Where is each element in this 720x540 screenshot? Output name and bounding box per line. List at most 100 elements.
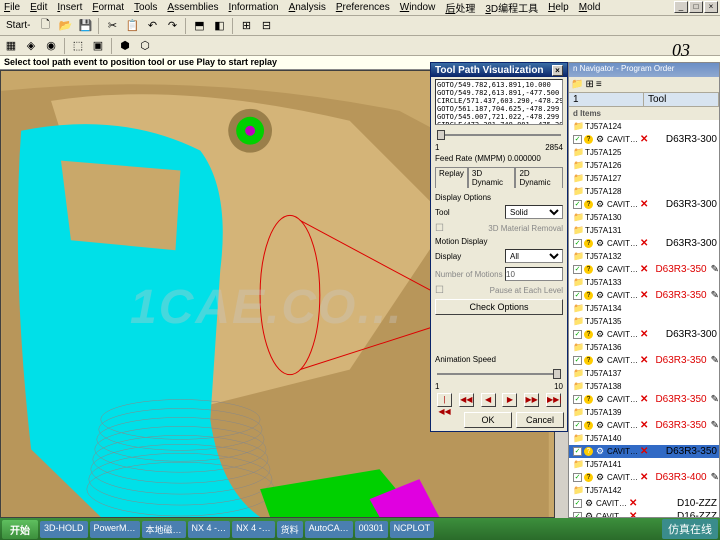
checkbox-icon[interactable]: ✓ [573, 239, 582, 248]
checkbox-icon[interactable]: ✓ [573, 356, 582, 365]
toolbar-btn[interactable]: 📋 [123, 17, 141, 35]
tab-3d-dynamic[interactable]: 3D Dynamic [468, 167, 516, 188]
toolbar-btn[interactable]: ◧ [210, 17, 228, 35]
tree-item[interactable]: 📁TJ57A128 [569, 185, 719, 198]
system-tray[interactable]: 仿真在线 [662, 519, 718, 539]
tree-item[interactable]: 📁TJ57A133 [569, 276, 719, 289]
checkbox-icon[interactable]: ✓ [573, 421, 582, 430]
tree-item[interactable]: 📁TJ57A132 [569, 250, 719, 263]
checkbox-icon[interactable]: ✓ [573, 200, 582, 209]
checkbox-icon[interactable]: ✓ [573, 499, 582, 508]
rewind-start-button[interactable]: |◀◀ [437, 393, 452, 407]
check-options-button[interactable]: Check Options [435, 299, 563, 315]
tree-item[interactable]: 📁TJ57A142 [569, 484, 719, 497]
step-back-button[interactable]: ◀ [481, 393, 496, 407]
toolbar-btn[interactable]: ⬡ [136, 37, 154, 55]
display-select[interactable]: All [505, 249, 563, 263]
step-fwd-button[interactable]: ▶ [502, 393, 517, 407]
speed-slider[interactable] [435, 366, 563, 380]
menu-item[interactable]: Preferences [336, 2, 390, 13]
nav-btn[interactable]: ⊞ [585, 79, 593, 90]
tree-item[interactable]: ✓?⚙CAVIT…✕D63R3-350✎ [569, 393, 719, 406]
tree-item[interactable]: 📁TJ57A125 [569, 146, 719, 159]
tree-item[interactable]: ✓?⚙CAVIT…✕D63R3-350 [569, 445, 719, 458]
toolbar-btn[interactable]: ▣ [89, 37, 107, 55]
toolbar-btn[interactable]: ⬚ [69, 37, 87, 55]
tree-item[interactable]: 📁TJ57A126 [569, 159, 719, 172]
taskbar-item[interactable]: 货料 [277, 521, 303, 538]
tree-item[interactable]: ✓⚙CAVIT…✕D16-ZZZ [569, 510, 719, 517]
tree-item[interactable]: 📁TJ57A140 [569, 432, 719, 445]
dialog-close-button[interactable]: × [552, 65, 563, 76]
tree-item[interactable]: ✓?⚙CAVIT…✕D63R3-350✎ [569, 354, 719, 367]
dialog-titlebar[interactable]: Tool Path Visualization × [431, 63, 567, 77]
toolbar-btn[interactable]: ↷ [163, 17, 181, 35]
tree-item[interactable]: ✓?⚙CAVIT…✕D63R3-300 [569, 328, 719, 341]
checkbox-icon[interactable]: ✓ [573, 330, 582, 339]
menu-item[interactable]: Tools [134, 2, 157, 13]
minimize-button[interactable]: _ [674, 1, 688, 13]
operation-tree[interactable]: 📁TJ57A124✓?⚙CAVIT…✕D63R3-300📁TJ57A125📁TJ… [569, 120, 719, 517]
menu-item[interactable]: Window [400, 2, 436, 13]
tree-item[interactable]: ✓?⚙CAVIT…✕D63R3-300 [569, 133, 719, 146]
tool-select[interactable]: Solid [505, 205, 563, 219]
tree-item[interactable]: ✓?⚙CAVIT…✕D63R3-300 [569, 198, 719, 211]
tree-item[interactable]: 📁TJ57A141 [569, 458, 719, 471]
checkbox-icon[interactable]: ✓ [573, 447, 582, 456]
menu-item[interactable]: Help [548, 2, 569, 13]
checkbox-icon[interactable]: ✓ [573, 291, 582, 300]
rewind-button[interactable]: ◀◀ [459, 393, 474, 407]
taskbar-item[interactable]: 本地磁… [142, 521, 186, 538]
tree-item[interactable]: ✓?⚙CAVIT…✕D63R3-350✎ [569, 419, 719, 432]
tab-replay[interactable]: Replay [435, 167, 468, 188]
tree-item[interactable]: 📁TJ57A127 [569, 172, 719, 185]
tree-item[interactable]: 📁TJ57A130 [569, 211, 719, 224]
menu-item[interactable]: Mold [579, 2, 601, 13]
tree-item[interactable]: 📁TJ57A131 [569, 224, 719, 237]
toolbar-btn[interactable]: ⊞ [237, 17, 255, 35]
toolbar-btn[interactable]: ↶ [143, 17, 161, 35]
taskbar-item[interactable]: AutoCA… [305, 521, 353, 538]
taskbar-item[interactable]: NX 4 -… [188, 521, 231, 538]
taskbar-item[interactable]: 00301 [355, 521, 388, 538]
nav-btn[interactable]: ≡ [596, 79, 602, 90]
nav-btn[interactable]: 📁 [571, 79, 583, 90]
tree-item[interactable]: 📁TJ57A134 [569, 302, 719, 315]
tree-item[interactable]: 📁TJ57A136 [569, 341, 719, 354]
tree-item[interactable]: 📁TJ57A139 [569, 406, 719, 419]
toolbar-btn[interactable]: ◉ [42, 37, 60, 55]
checkbox-icon[interactable]: ✓ [573, 512, 582, 517]
tree-item[interactable]: 📁TJ57A138 [569, 380, 719, 393]
menu-item[interactable]: Assemblies [167, 2, 218, 13]
taskbar-item[interactable]: NX 4 -… [232, 521, 275, 538]
menu-item[interactable]: Analysis [289, 2, 326, 13]
toolbar-btn[interactable]: 💾 [76, 17, 94, 35]
start-button[interactable]: 开始 [2, 520, 38, 539]
tree-item[interactable]: ✓?⚙CAVIT…✕D63R3-350✎ [569, 289, 719, 302]
cancel-button[interactable]: Cancel [516, 412, 564, 428]
checkbox-icon[interactable]: ✓ [573, 265, 582, 274]
ok-button[interactable]: OK [464, 412, 512, 428]
toolbar-btn[interactable]: ⬢ [116, 37, 134, 55]
tree-item[interactable]: ✓?⚙CAVIT…✕D63R3-300 [569, 237, 719, 250]
tree-item[interactable]: ✓?⚙CAVIT…✕D63R3-400✎ [569, 471, 719, 484]
gcode-listbox[interactable]: GOTO/549.782,613.891,10.000 GOTO/549.782… [435, 79, 563, 125]
toolbar-btn[interactable]: ▦ [2, 37, 20, 55]
forward-button[interactable]: ▶▶ [524, 393, 539, 407]
menu-item[interactable]: Insert [57, 2, 82, 13]
taskbar-item[interactable]: PowerM… [90, 521, 140, 538]
checkbox-icon[interactable]: ✓ [573, 395, 582, 404]
toolbar-btn[interactable]: 📂 [56, 17, 74, 35]
toolbar-btn[interactable]: ◈ [22, 37, 40, 55]
forward-end-button[interactable]: ▶▶| [546, 393, 561, 407]
tree-item[interactable]: 📁TJ57A135 [569, 315, 719, 328]
tree-item[interactable]: ✓⚙CAVIT…✕D10-ZZZ [569, 497, 719, 510]
taskbar-item[interactable]: 3D-HOLD [40, 521, 88, 538]
checkbox-icon[interactable]: ✓ [573, 473, 582, 482]
menu-item[interactable]: 后处理 [445, 0, 475, 15]
taskbar-item[interactable]: NCPLOT [390, 521, 435, 538]
position-slider[interactable] [435, 127, 563, 141]
menu-item[interactable]: Format [92, 2, 124, 13]
start-label[interactable]: Start- [2, 20, 34, 31]
tree-item[interactable]: 📁TJ57A124 [569, 120, 719, 133]
